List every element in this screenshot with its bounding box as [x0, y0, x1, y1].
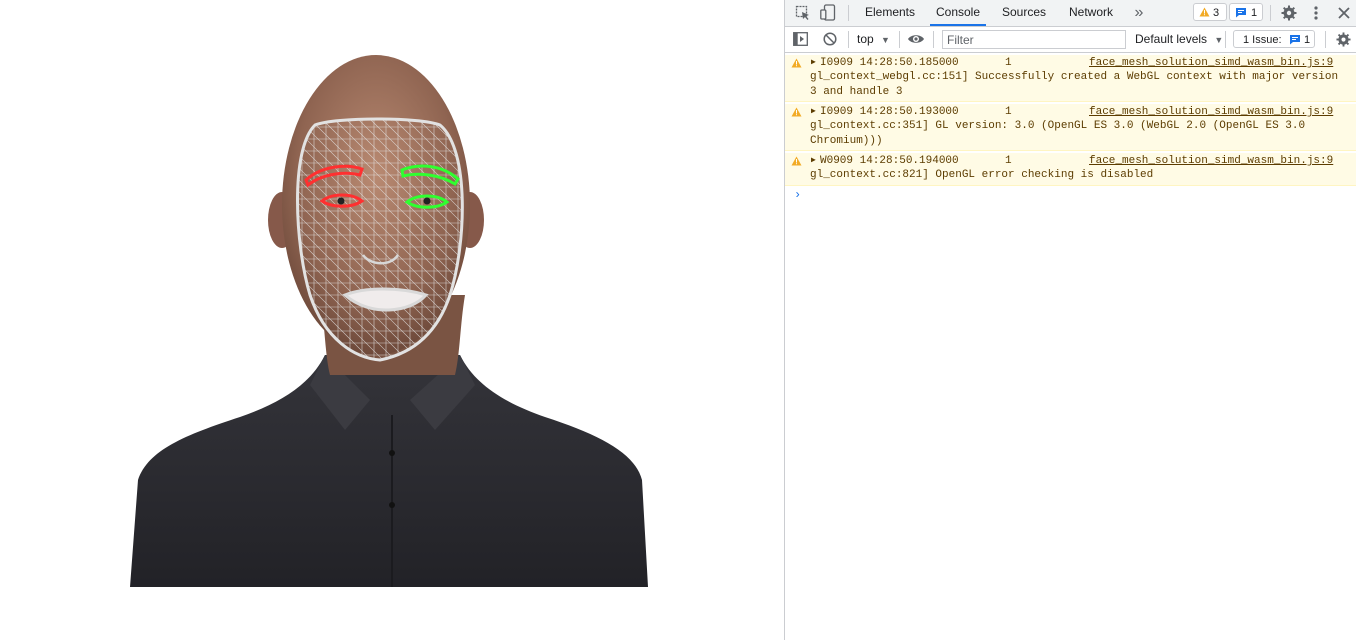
sidebar-toggle-icon[interactable] [793, 32, 808, 46]
context-value: top [857, 32, 874, 46]
message-repeat-count: 1 [1005, 106, 1012, 118]
page-viewport [0, 0, 784, 640]
filter-input[interactable] [942, 30, 1126, 49]
message-source-link[interactable]: face_mesh_solution_simd_wasm_bin.js:9 [1089, 154, 1333, 169]
log-levels-value: Default levels [1135, 32, 1208, 46]
inspect-element-icon[interactable] [795, 5, 811, 21]
chevron-down-icon: ▼ [1214, 35, 1224, 45]
expand-triangle-icon[interactable]: ▶ [811, 105, 816, 120]
warnings-badge[interactable]: 3 [1193, 3, 1227, 21]
expand-triangle-icon[interactable]: ▶ [811, 56, 816, 71]
warning-count: 3 [1213, 7, 1220, 19]
eye-icon[interactable] [907, 33, 925, 45]
message-repeat-count: 1 [1005, 155, 1012, 167]
divider [1225, 31, 1226, 48]
message-timestamp: W0909 14:28:50.194000 [820, 155, 959, 167]
tab-sources[interactable]: Sources [997, 0, 1051, 26]
message-source-link[interactable]: face_mesh_solution_simd_wasm_bin.js:9 [1089, 105, 1333, 120]
settings-gear-icon[interactable] [1281, 5, 1297, 21]
console-message[interactable]: ▶ W0909 14:28:50.194000 1 face_mesh_solu… [785, 153, 1356, 186]
log-levels-dropdown[interactable]: Default levels ▼ [1135, 32, 1223, 46]
clear-console-icon[interactable] [823, 32, 837, 46]
chevron-down-icon: ▼ [881, 35, 890, 45]
expand-triangle-icon[interactable]: ▶ [811, 154, 816, 169]
console-toolbar: top ▼ Default levels ▼ 1 Issue: 1 [785, 27, 1356, 53]
message-source-link[interactable]: face_mesh_solution_simd_wasm_bin.js:9 [1089, 56, 1333, 71]
message-count: 1 [1251, 7, 1258, 19]
tab-network[interactable]: Network [1062, 0, 1120, 26]
more-options-icon[interactable] [1312, 5, 1320, 21]
message-text: gl_context_webgl.cc:151] Successfully cr… [810, 71, 1345, 98]
console-prompt[interactable]: › [794, 188, 801, 202]
devtools-tab-bar: Elements Console Sources Network » 3 1 [785, 0, 1356, 27]
message-timestamp: I0909 14:28:50.185000 [820, 57, 959, 69]
message-icon [1236, 8, 1246, 18]
message-repeat-count: 1 [1005, 57, 1012, 69]
tab-elements[interactable]: Elements [861, 0, 919, 26]
console-settings-gear-icon[interactable] [1336, 32, 1351, 47]
warning-icon [791, 58, 802, 68]
console-message[interactable]: ▶ I0909 14:28:50.193000 1 face_mesh_solu… [785, 104, 1356, 151]
warning-icon [791, 107, 802, 117]
message-text: gl_context.cc:821] OpenGL error checking… [810, 169, 1154, 181]
issues-label: 1 Issue: [1243, 34, 1282, 46]
context-selector[interactable]: top ▼ [857, 32, 890, 46]
messages-badge[interactable]: 1 [1229, 3, 1263, 21]
divider [899, 31, 900, 48]
divider [848, 31, 849, 48]
issue-message-icon [1290, 35, 1300, 45]
face-mesh-output-canvas [130, 55, 648, 587]
warning-icon [791, 156, 802, 166]
console-message[interactable]: ▶ I0909 14:28:50.185000 1 face_mesh_solu… [785, 55, 1356, 102]
issues-button[interactable]: 1 Issue: 1 [1233, 30, 1315, 48]
shirt-shape [130, 355, 648, 587]
divider [1325, 31, 1326, 48]
more-tabs-icon[interactable]: » [1129, 0, 1149, 26]
device-toolbar-icon[interactable] [820, 4, 836, 21]
message-text: gl_context.cc:351] GL version: 3.0 (Open… [810, 120, 1312, 147]
divider [933, 31, 934, 48]
devtools-panel: Elements Console Sources Network » 3 1 t… [784, 0, 1356, 640]
divider [1270, 5, 1271, 21]
close-devtools-icon[interactable] [1338, 7, 1350, 19]
issues-count: 1 [1304, 34, 1311, 46]
message-timestamp: I0909 14:28:50.193000 [820, 106, 959, 118]
warning-icon [1199, 7, 1210, 17]
divider [848, 5, 849, 21]
tab-console[interactable]: Console [930, 0, 986, 26]
